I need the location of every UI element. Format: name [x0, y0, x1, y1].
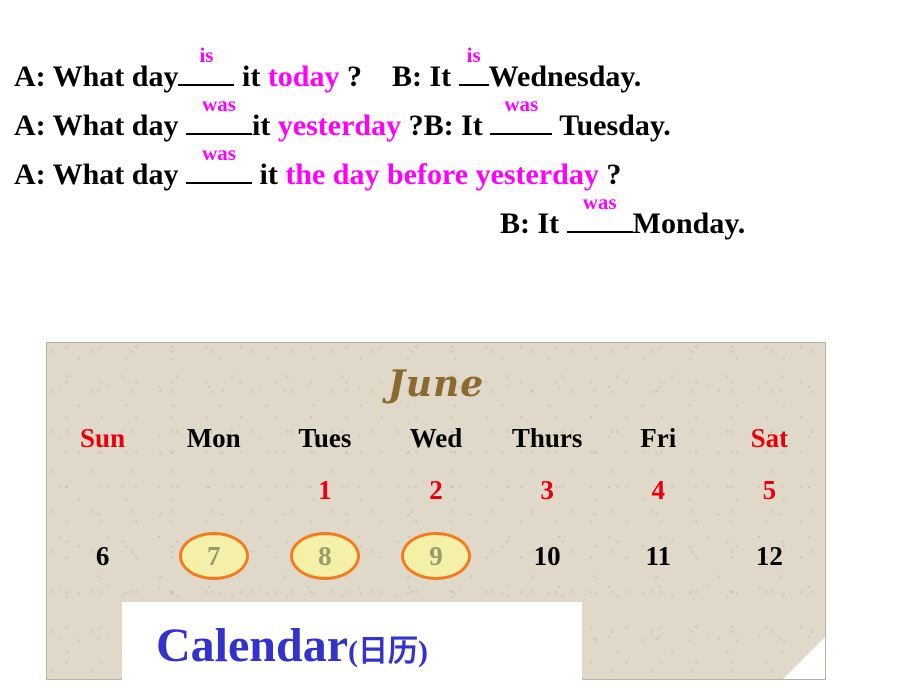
calendar-cell-4: 4: [603, 458, 714, 522]
calendar-header-row: Sun Mon Tues Wed Thurs Fri Sat: [47, 419, 825, 458]
line2-question-prefix: A: What day: [14, 109, 179, 142]
line3-keyword: the day before yesterday: [285, 158, 599, 191]
calendar-day-4: 4: [651, 475, 666, 505]
calendar-header-wed: Wed: [409, 423, 463, 453]
calendar-day-3: 3: [540, 475, 554, 505]
calendar-cell-5: 5: [714, 458, 825, 522]
calendar-day-7-highlighted: 7: [178, 532, 249, 580]
calendar-header-sun: Sun: [80, 423, 126, 453]
line2-blank-1: was: [185, 94, 252, 141]
calendar-title-box: Calendar(日历): [122, 602, 582, 690]
calendar-cell-2: 2: [380, 458, 491, 522]
line1-blank-1: is: [178, 45, 235, 92]
line2-tail-2: Tuesday.: [559, 109, 671, 142]
line4-answer-prefix: B: It: [500, 207, 560, 240]
calendar-day-2: 2: [429, 475, 443, 505]
calendar-day-8-highlighted: 8: [289, 532, 360, 580]
line4-tail: Monday.: [632, 207, 746, 240]
line1-keyword: today: [267, 60, 340, 93]
line2-keyword: yesterday: [277, 109, 402, 142]
calendar-cell-10: 10: [492, 522, 603, 590]
calendar-title-en: Calendar: [156, 619, 348, 672]
page-fold-corner: [783, 637, 825, 679]
calendar-cell-9: 9: [380, 522, 491, 590]
calendar-title: Calendar(日历): [122, 602, 582, 696]
calendar-grid: Sun Mon Tues Wed Thurs Fri Sat 1 2 3 4 5…: [47, 419, 825, 590]
calendar-day-1: 1: [318, 475, 332, 505]
calendar-day-10: 10: [533, 541, 561, 571]
line2-blank-2: was: [490, 94, 553, 141]
calendar-day-6: 6: [95, 541, 110, 571]
line1-answer-2: is: [466, 43, 481, 67]
dialogue-line-2: A: What day was it yesterday ?B: It was T…: [0, 94, 920, 142]
calendar-cell-12: 12: [714, 522, 825, 590]
calendar-cell-6: 6: [47, 522, 158, 590]
calendar-header-mon: Mon: [186, 423, 241, 453]
calendar-day-12: 12: [755, 541, 783, 571]
calendar-cell-8: 8: [269, 522, 380, 590]
line1-mid: it: [241, 60, 261, 93]
dialogue-line-3: A: What day was it the day before yester…: [0, 143, 920, 191]
line1-answer-prefix: B: It: [392, 60, 452, 93]
calendar-header-fri: Fri: [640, 423, 677, 453]
page-fold-shadow: [783, 637, 825, 679]
line3-tail-1: ?: [606, 158, 622, 191]
line1-tail-2: Wednesday.: [488, 60, 642, 93]
dialogue-line-1: A: What day is it today ? B: It is Wednesd…: [0, 45, 920, 93]
calendar-day-5: 5: [762, 475, 777, 505]
line1-answer-1: is: [199, 43, 214, 67]
line2-answer-2: was: [504, 92, 539, 116]
calendar-cell-3: 3: [492, 458, 603, 522]
calendar-title-cn: (日历): [348, 635, 428, 668]
calendar-cell-empty-1: [47, 458, 158, 522]
calendar-day-11: 11: [645, 541, 672, 571]
calendar-header-tues: Tues: [298, 423, 352, 453]
calendar-day-9-highlighted: 9: [400, 532, 471, 580]
line2-answer-prefix: B: It: [423, 109, 483, 142]
line2-tail-1: ?: [408, 109, 424, 142]
calendar-month-title: June: [387, 363, 485, 405]
calendar-cell-7: 7: [158, 522, 269, 590]
dialogue-line-4: B: It was Monday.: [0, 192, 920, 240]
line3-answer-1: was: [202, 141, 236, 165]
line1-blank-2: is: [458, 45, 489, 92]
line1-tail-1: ?: [347, 60, 362, 93]
calendar-cell-empty-2: [158, 458, 269, 522]
calendar-header-sat: Sat: [750, 423, 789, 453]
calendar-week-row-2: 6 7 8 9 10 11 12: [47, 522, 825, 590]
line3-question-prefix: A: What day: [14, 158, 179, 191]
dialogue-block: A: What day is it today ? B: It is Wednesd…: [0, 45, 920, 254]
calendar-week-row-1: 1 2 3 4 5: [47, 458, 825, 522]
line3-mid: it: [259, 158, 278, 191]
line4-answer: was: [582, 190, 617, 214]
calendar-header-thurs: Thurs: [511, 423, 583, 453]
calendar-cell-11: 11: [603, 522, 714, 590]
line3-blank-1: was: [185, 143, 252, 190]
calendar-cell-1: 1: [269, 458, 380, 522]
line2-mid: it: [251, 109, 271, 142]
line1-question-prefix: A: What day: [14, 60, 179, 93]
line2-answer-1: was: [202, 92, 236, 116]
line4-blank: was: [566, 192, 633, 239]
